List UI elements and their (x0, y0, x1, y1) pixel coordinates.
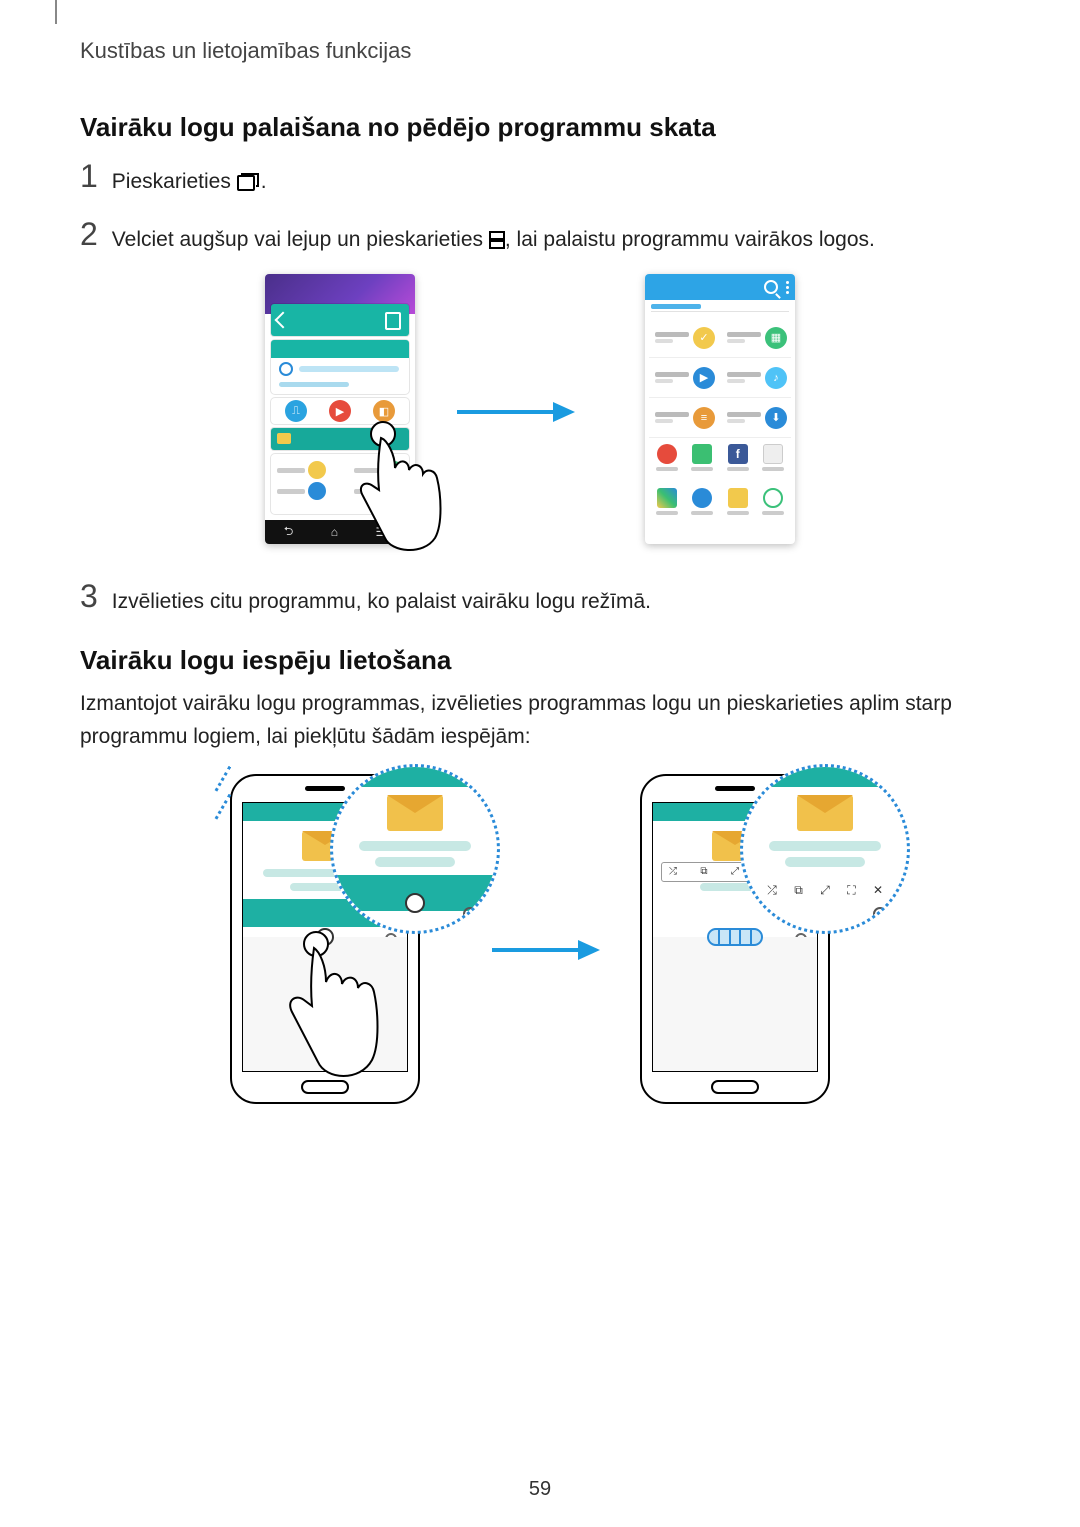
multiwindow-handle-icon (405, 893, 425, 913)
nav-home-icon: ⌂ (331, 525, 338, 539)
step-3: 3 Izvēlieties citu programmu, ko palaist… (80, 580, 651, 618)
step-1-text-b: . (261, 170, 267, 193)
maximize-icon: ⛶ (843, 883, 861, 898)
arrow-right-icon (490, 938, 600, 962)
minimize-icon: ⤢ (816, 883, 834, 898)
breadcrumb: Kustības un lietojamības funkcijas (80, 38, 411, 64)
step-1-number: 1 (80, 160, 98, 192)
figure-multiwindow-handle: ⤮ ⧉ ⤢ ⛶ ✕ ⤮ (220, 770, 860, 1110)
screenshot-myfiles-app: ✓ ▦ ▶ ♪ ≡ ⬇ f (645, 274, 795, 544)
multiwindow-toolbar: ⤮ ⧉ ⤢ ⛶ ✕ (757, 877, 893, 903)
nav-back-icon: ⮌ (284, 522, 294, 543)
multiwindow-icon (489, 227, 505, 259)
zoom-bubble-after: ⤮ ⧉ ⤢ ⛶ ✕ (740, 764, 910, 934)
step-3-text: Izvēlieties citu programmu, ko palaist v… (112, 580, 651, 618)
swap-windows-icon: ⤮ (666, 866, 680, 877)
swap-windows-icon: ⤮ (763, 883, 781, 898)
section2-heading: Vairāku logu iespēju lietošana (80, 645, 451, 676)
drag-content-icon: ⧉ (790, 883, 808, 898)
minimize-icon: ⤢ (728, 866, 742, 877)
drag-content-icon: ⧉ (697, 866, 711, 877)
recent-card-header (271, 304, 409, 336)
page: Kustības un lietojamības funkcijas Vairā… (0, 0, 1080, 1527)
step-1-text: Pieskarieties . (112, 160, 267, 201)
step-1: 1 Pieskarieties . (80, 160, 267, 201)
page-number: 59 (529, 1478, 551, 1501)
recent-card-settings (271, 340, 409, 394)
recent-card-quicktoggles: ⎍▶◧ (271, 398, 409, 424)
section2-paragraph: Izmantojot vairāku logu programmas, izvē… (80, 688, 990, 753)
screenshot-recent-apps: ⎍▶◧ ⮌ ⌂ ☰✕ (265, 274, 415, 544)
step-2-number: 2 (80, 218, 98, 250)
search-icon (764, 280, 778, 294)
step-2-text: Velciet augšup vai lejup un pieskarietie… (112, 218, 875, 259)
section1-heading: Vairāku logu palaišana no pēdējo program… (80, 112, 716, 143)
step-2-text-b: , lai palaistu programmu vairākos logos. (505, 228, 875, 251)
step-1-text-a: Pieskarieties (112, 170, 237, 193)
recent-card-myfiles-grid (271, 454, 409, 514)
recent-card-myfiles-header (271, 428, 409, 450)
arrow-right-icon (455, 400, 575, 424)
search-icon (873, 907, 887, 921)
recent-apps-icon (237, 169, 261, 201)
zoom-bubble-before (330, 764, 500, 934)
multiwindow-handle-icon (316, 928, 334, 946)
margin-rule (55, 0, 57, 24)
step-2-text-a: Velciet augšup vai lejup un pieskarietie… (112, 228, 489, 251)
search-icon (463, 907, 477, 921)
close-icon: ✕ (869, 883, 887, 897)
nav-close-all-icon: ☰✕ (375, 525, 396, 539)
step-2: 2 Velciet augšup vai lejup un pieskariet… (80, 218, 875, 259)
step-3-number: 3 (80, 580, 98, 612)
figure-recent-to-multiwindow: ⎍▶◧ ⮌ ⌂ ☰✕ (265, 270, 815, 560)
android-navbar: ⮌ ⌂ ☰✕ (265, 520, 415, 544)
more-icon (786, 281, 789, 294)
